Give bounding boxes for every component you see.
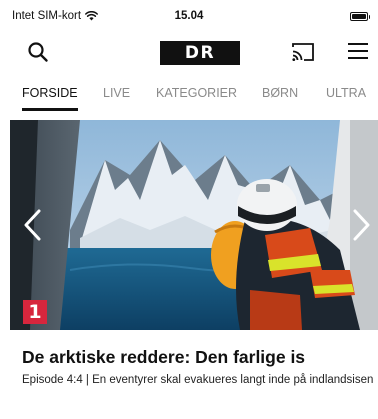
active-tab-indicator (22, 108, 78, 111)
tab-forside[interactable]: FORSIDE (22, 86, 78, 100)
tab-ultra[interactable]: ULTRA (326, 86, 366, 100)
clock: 15.04 (174, 10, 204, 22)
dr-logo[interactable]: DR (160, 41, 240, 65)
program-description: Episode 4:4 | En eventyrer skal evakuere… (22, 374, 374, 386)
rank-badge: 1 (23, 300, 47, 324)
program-title[interactable]: De arktiske reddere: Den farlige is (22, 347, 372, 368)
hero-carousel[interactable]: 1 (10, 120, 378, 330)
tab-kategorier[interactable]: KATEGORIER (156, 86, 237, 100)
hero-image (10, 120, 378, 330)
tab-live[interactable]: LIVE (103, 86, 130, 100)
app-header: DR (0, 30, 378, 74)
cast-icon[interactable] (291, 41, 315, 63)
battery-icon (350, 12, 370, 21)
status-bar: Intet SIM-kort 15.04 (0, 0, 378, 30)
category-tabs: FORSIDE LIVE KATEGORIER BØRN ULTRA (0, 80, 378, 112)
logo-text: DR (184, 42, 216, 63)
menu-icon[interactable] (347, 41, 369, 61)
carousel-prev-arrow-icon[interactable] (22, 208, 44, 242)
search-icon[interactable] (26, 40, 50, 64)
carousel-next-arrow-icon[interactable] (350, 208, 372, 242)
tab-born[interactable]: BØRN (262, 86, 298, 100)
